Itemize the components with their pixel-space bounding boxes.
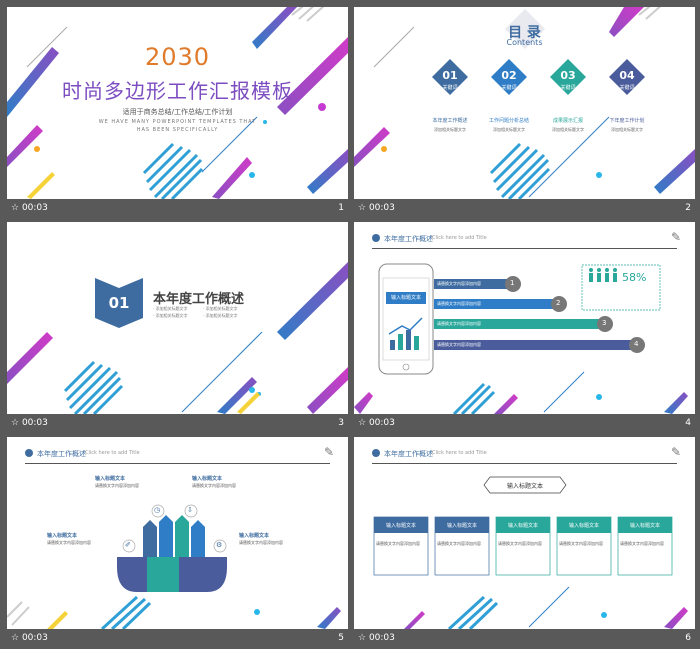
section-badge-number: 01 xyxy=(108,294,130,312)
slide-6-timing: ☆ 00:03 xyxy=(358,633,395,643)
header-dot xyxy=(25,449,33,457)
toc-item-number: 02 xyxy=(501,69,517,82)
slide-1[interactable]: 2030 时尚多边形工作汇报模板 适用于商务总结/工作总结/工作计划 WE HA… xyxy=(7,7,348,199)
english-line-1: WE HAVE MANY POWERPOINT TEMPLATES THAT xyxy=(98,119,257,125)
toc-item-label: 成果展示汇报 xyxy=(552,118,583,124)
card-desc: 请替换文字内容添加内容 xyxy=(437,541,481,546)
toc-item-keyword: 关键词 xyxy=(619,85,635,91)
percent-value: 58% xyxy=(622,271,647,284)
card-title: 输入标题文本 xyxy=(446,523,477,529)
toc-item-number: 01 xyxy=(442,69,458,82)
toc-item-label: 下年度工作计划 xyxy=(609,118,645,124)
slide-3-number: 3 xyxy=(338,418,344,428)
main-title: 时尚多边形工作汇报模板 xyxy=(62,79,293,103)
toc-item-keyword: 关键词 xyxy=(560,85,576,91)
toc-item-number: 04 xyxy=(619,69,635,82)
section-bullet: · 添加相关标题文字 xyxy=(203,306,238,311)
label-title: 输入标题文本 xyxy=(239,533,270,539)
section-bullet: · 添加相关标题文字 xyxy=(153,306,188,311)
center-title: 输入标题文本 xyxy=(506,483,543,490)
label-title: 输入标题文本 xyxy=(95,476,126,482)
card-desc: 请替换文字内容添加内容 xyxy=(498,541,542,546)
slide-2-timing: ☆ 00:03 xyxy=(358,203,395,213)
header-title-en: Click here to add Title xyxy=(85,450,140,456)
pencil-icon: ✎ xyxy=(323,445,334,459)
section-bullet: · 添加相关标题文字 xyxy=(153,313,188,318)
slide-5-timing: ☆ 00:03 xyxy=(11,633,48,643)
progress-bar-text: 请替换文字内容添加内容 xyxy=(437,281,481,286)
slide-1-number: 1 xyxy=(338,203,344,213)
progress-bar-text: 请替换文字内容添加内容 xyxy=(437,301,481,306)
slide-4-footer: ☆ 00:03 4 xyxy=(354,414,695,434)
toc-item-desc: 添加相关标题文字 xyxy=(493,127,525,132)
gear-icon: ⚙ xyxy=(216,541,223,549)
toc-title-en: Contents xyxy=(506,38,543,47)
clock-icon: ◷ xyxy=(154,506,161,514)
header-title-en: Click here to add Title xyxy=(432,235,487,241)
label-desc: 请替换文字内容添加内容 xyxy=(239,540,283,545)
label-desc: 请替换文字内容添加内容 xyxy=(192,483,236,488)
progress-bar-number: 3 xyxy=(602,319,607,327)
slide-3-timing: ☆ 00:03 xyxy=(11,418,48,428)
progress-bar-number: 1 xyxy=(510,279,515,287)
slide-1-footer: ☆ 00:03 1 xyxy=(7,199,348,219)
label-desc: 请替换文字内容添加内容 xyxy=(47,540,91,545)
slide-6-decoration xyxy=(372,463,688,629)
slide-4-timing: ☆ 00:03 xyxy=(358,418,395,428)
toc-item-desc: 添加相关标题文字 xyxy=(434,127,466,132)
card-title: 输入标题文本 xyxy=(629,523,660,529)
slide-3[interactable]: 01 本年度工作概述 · 添加相关标题文字 · 添加相关标题文字 · 添加相关标… xyxy=(7,222,348,414)
year-title: 2030 xyxy=(144,43,211,71)
slide-4-decoration xyxy=(354,248,688,414)
header-dot xyxy=(372,449,380,457)
toc-item-keyword: 关键词 xyxy=(501,85,517,91)
label-title: 输入标题文本 xyxy=(47,533,78,539)
label-desc: 请替换文字内容添加内容 xyxy=(95,483,139,488)
toc-item-keyword: 关键词 xyxy=(442,85,458,91)
subtitle: 适用于商务总结/工作总结/工作计划 xyxy=(122,108,233,116)
card-title: 输入标题文本 xyxy=(507,523,538,529)
toc-item-number: 03 xyxy=(560,69,576,82)
phone-label: 输入标题文本 xyxy=(390,295,421,301)
header-dot xyxy=(372,234,380,242)
toc-item-desc: 添加相关标题文字 xyxy=(611,127,643,132)
slide-2-footer: ☆ 00:03 2 xyxy=(354,199,695,219)
header-title-en: Click here to add Title xyxy=(432,450,487,456)
slide-3-footer: ☆ 00:03 3 xyxy=(7,414,348,434)
pencil-icon: ✎ xyxy=(670,445,681,459)
slide-5[interactable]: 本年度工作概述 Click here to add Title ✎ ✐ ◷ ⇩ … xyxy=(7,437,348,629)
card-title: 输入标题文本 xyxy=(568,523,599,529)
download-icon: ⇩ xyxy=(187,506,193,514)
pencil-icon: ✎ xyxy=(670,230,681,244)
label-title: 输入标题文本 xyxy=(192,476,223,482)
slide-1-timing: ☆ 00:03 xyxy=(11,203,48,213)
pen-icon: ✐ xyxy=(125,541,131,549)
section-title: 本年度工作概述 xyxy=(153,292,245,307)
slide-2-number: 2 xyxy=(685,203,691,213)
slide-6[interactable]: 本年度工作概述 Click here to add Title ✎ 输入标题文本… xyxy=(354,437,695,629)
slide-5-number: 5 xyxy=(338,633,344,643)
progress-bar-number: 4 xyxy=(634,340,639,348)
slide-2[interactable]: 目 录 Contents 01 关键词 本年度工作概述 添加相关标题文字 02 … xyxy=(354,7,695,199)
english-line-2: HAS BEEN SPECIFICALLY xyxy=(136,127,219,133)
section-bullet: · 添加相关标题文字 xyxy=(203,313,238,318)
header-title: 本年度工作概述 xyxy=(37,450,86,458)
header-title: 本年度工作概述 xyxy=(384,450,433,458)
slide-6-footer: ☆ 00:03 6 xyxy=(354,629,695,649)
slide-4-number: 4 xyxy=(685,418,691,428)
header-title: 本年度工作概述 xyxy=(384,235,433,243)
progress-bar-text: 请替换文字内容添加内容 xyxy=(437,342,481,347)
slide-5-footer: ☆ 00:03 5 xyxy=(7,629,348,649)
toc-item-label: 本年度工作概述 xyxy=(432,118,468,124)
progress-bar-text: 请替换文字内容添加内容 xyxy=(437,321,481,326)
toc-item-desc: 添加相关标题文字 xyxy=(552,127,584,132)
card-desc: 请替换文字内容添加内容 xyxy=(559,541,603,546)
card-desc: 请替换文字内容添加内容 xyxy=(620,541,664,546)
progress-bar-number: 2 xyxy=(556,299,561,307)
card-title: 输入标题文本 xyxy=(385,523,416,529)
card-desc: 请替换文字内容添加内容 xyxy=(376,541,420,546)
slide-4[interactable]: 本年度工作概述 Click here to add Title ✎ 输入标题文本… xyxy=(354,222,695,414)
toc-item-label: 工作问题分析总结 xyxy=(488,118,529,124)
slide-6-number: 6 xyxy=(685,633,691,643)
